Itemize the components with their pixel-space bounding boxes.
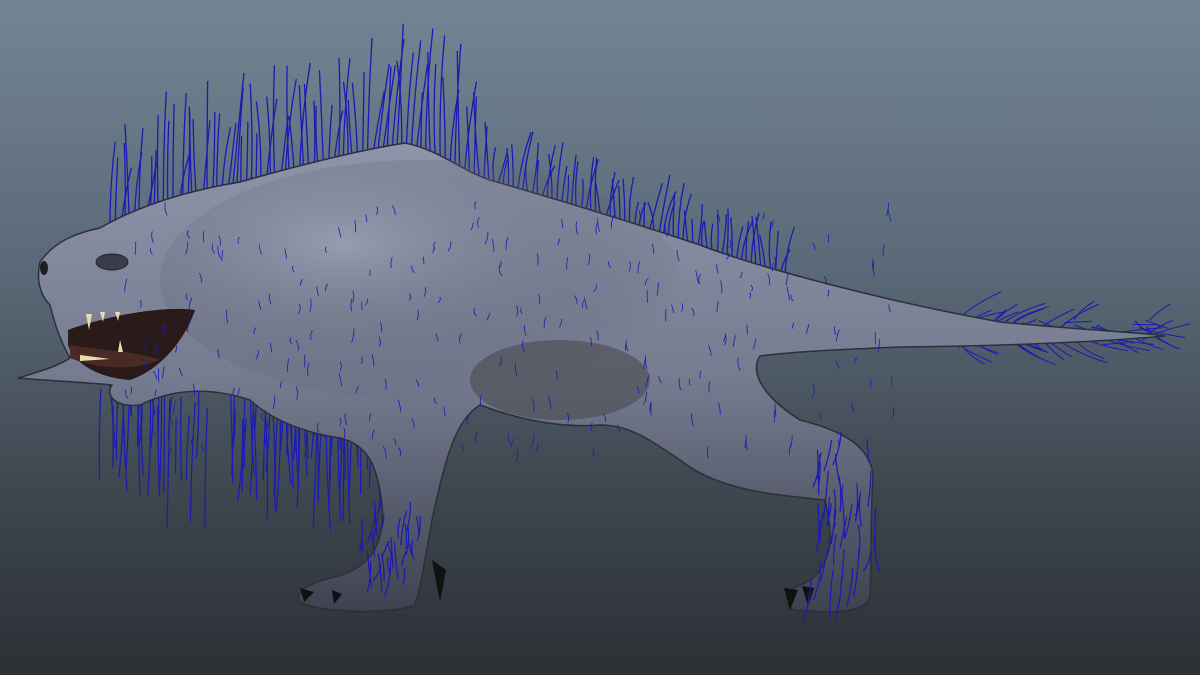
hair-strand <box>869 378 872 388</box>
hair-strand <box>173 400 177 415</box>
hair-strand <box>851 402 855 411</box>
hair-strand <box>180 397 183 482</box>
hair-strand <box>442 76 446 165</box>
eye <box>95 253 129 271</box>
hair-strand <box>762 212 765 220</box>
hair-strand <box>729 239 732 249</box>
hair-strand <box>366 37 373 162</box>
hair-strand <box>318 70 325 175</box>
creature-render <box>17 23 1191 624</box>
hair-strand <box>812 384 815 399</box>
hair-strand <box>887 208 892 222</box>
hair-strand <box>1004 302 1046 323</box>
hair-strand <box>1059 303 1099 329</box>
hair-strand <box>592 449 596 458</box>
hair-strand <box>411 540 414 556</box>
hair-strand <box>710 223 714 253</box>
hair-strand <box>272 65 276 189</box>
hair-strand <box>811 242 816 251</box>
hair-strand <box>1149 303 1171 321</box>
hair-strand <box>386 66 392 156</box>
hair-strand <box>817 503 820 539</box>
hair-strand <box>1106 338 1151 352</box>
hair-strand <box>854 357 858 364</box>
hair-strand <box>835 360 840 369</box>
hair-strand <box>745 221 750 264</box>
hair-strand <box>361 71 365 163</box>
hair-strand <box>510 439 514 448</box>
hair-strand <box>1064 320 1093 324</box>
hair-strand <box>716 214 719 255</box>
hair-strand <box>672 192 676 240</box>
3d-viewport[interactable] <box>0 0 1200 675</box>
hair-strand <box>774 230 779 274</box>
hair-strand <box>204 407 208 530</box>
hair-strand <box>892 407 894 419</box>
hair-strand <box>1078 342 1105 359</box>
hair-strand <box>507 433 510 444</box>
nostril <box>40 261 48 275</box>
hair-strand <box>1132 323 1159 326</box>
hair-strand <box>768 221 772 272</box>
hair-strand <box>721 214 727 256</box>
hair-strand <box>201 442 205 451</box>
hair-strand <box>815 512 825 552</box>
hair-strand <box>784 226 796 277</box>
belly-shadow <box>470 340 650 420</box>
hair-strand <box>266 420 268 430</box>
hair-strand <box>174 417 177 474</box>
hair-strand <box>882 244 885 257</box>
hair-strand <box>337 58 341 170</box>
hair-strand <box>98 388 102 481</box>
hair-strand <box>460 443 465 451</box>
hair-strand <box>261 412 265 421</box>
hair-strand <box>726 208 729 258</box>
hair-strand <box>535 443 539 452</box>
hair-strand <box>530 433 535 448</box>
hair-strand <box>474 431 478 443</box>
hair-strand <box>433 64 437 162</box>
hair-strand <box>819 412 823 420</box>
hair-strand <box>755 216 762 269</box>
hair-strand <box>730 217 733 259</box>
hair-strand <box>515 449 519 462</box>
hair-strand <box>890 376 893 386</box>
hair-strand <box>466 416 470 425</box>
hair-strand <box>189 401 196 522</box>
hair-strand <box>166 398 171 528</box>
hair-strand <box>272 404 276 497</box>
hair-strand <box>774 257 776 268</box>
hair-strand <box>185 414 191 481</box>
hair-strand <box>886 202 890 216</box>
